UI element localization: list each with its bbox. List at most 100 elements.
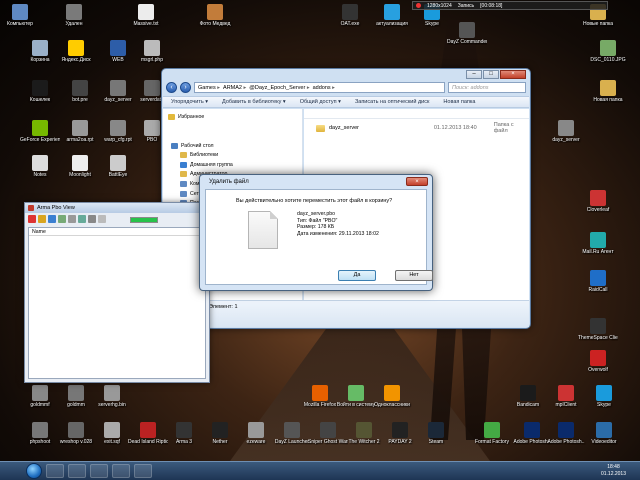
desktop-icon[interactable]: Корзина	[20, 40, 60, 63]
app-icon	[104, 385, 120, 401]
address-bar[interactable]: GamesARMA2@Dayz_Epoch_Server addons	[194, 82, 445, 93]
toolbar-button[interactable]: Новая папка	[443, 99, 475, 105]
file-type: Папка с файл	[493, 122, 514, 134]
desktop-icon[interactable]: OAT.exe	[330, 4, 370, 27]
open-folder-icon[interactable]	[38, 215, 46, 223]
desktop-icon[interactable]: ThemeSpace Client	[578, 318, 618, 341]
taskbar-app-skype[interactable]	[112, 464, 130, 478]
desktop-icon[interactable]: bot.pre	[60, 80, 100, 103]
desktop-icon[interactable]: Фото Медвед	[195, 4, 235, 27]
desktop-icon[interactable]: Dead Island Riptide	[128, 422, 168, 445]
desktop-icon[interactable]: DSC_0110.JPG	[588, 40, 628, 63]
desktop-icon[interactable]: Notes	[20, 155, 60, 178]
sidebar-item[interactable]: Библиотеки	[163, 150, 302, 160]
desktop-icon[interactable]: Bandicam	[508, 385, 548, 408]
app-icon	[32, 385, 48, 401]
desktop-icon[interactable]: wreshop v.028	[56, 422, 96, 445]
taskbar-app-media[interactable]	[68, 464, 86, 478]
yes-button[interactable]: Да	[338, 270, 376, 281]
desktop-icon[interactable]: goldmmf	[20, 385, 60, 408]
desktop-icon-label: Компьютер	[7, 21, 33, 27]
desktop-icon[interactable]: Одноклассники	[372, 385, 412, 408]
desktop-icon[interactable]: Mail.Ru Агент	[578, 232, 618, 255]
sidebar-item[interactable]: Домашняя группа	[163, 160, 302, 170]
extract-icon[interactable]	[58, 215, 66, 223]
toolbar-button[interactable]: Общий доступ ▾	[300, 99, 341, 105]
desktop-icon[interactable]: актуализация	[372, 4, 412, 27]
dialog-close-button[interactable]: ×	[406, 177, 428, 186]
desktop-icon[interactable]: The Witcher 2	[344, 422, 384, 445]
save-icon[interactable]	[48, 215, 56, 223]
taskbar-app-pbo[interactable]	[134, 464, 152, 478]
desktop-icon[interactable]: DayZ Commander	[447, 22, 487, 45]
desktop-icon[interactable]: GeForce Experience	[20, 120, 60, 143]
desktop-icon[interactable]: Cloverleaf	[578, 190, 618, 213]
desktop-icon[interactable]: Arma 3	[164, 422, 204, 445]
desktop-icon[interactable]: Skype	[584, 385, 624, 408]
desktop-icon[interactable]: BattlEye	[98, 155, 138, 178]
sidebar-item[interactable]: Избранное	[163, 112, 302, 122]
minimize-button[interactable]: –	[466, 70, 482, 79]
search-input[interactable]: Поиск: addons	[448, 82, 526, 93]
info-icon[interactable]	[88, 215, 96, 223]
desktop-icon[interactable]: Удален	[54, 4, 94, 27]
toolbar-button[interactable]: Упорядочить ▾	[171, 99, 208, 105]
desktop-icon[interactable]: Videoeditor	[584, 422, 624, 445]
desktop-icon[interactable]: PAYDAY 2	[380, 422, 420, 445]
maximize-button[interactable]: □	[483, 70, 499, 79]
desktop-icon[interactable]: Новая папка	[588, 80, 628, 103]
desktop-icon[interactable]: Mozilla Firefox	[300, 385, 340, 408]
desktop-icon[interactable]: goldmm	[56, 385, 96, 408]
desktop-icon[interactable]: arma2oa.rpt	[60, 120, 100, 143]
breadcrumb[interactable]: Games	[198, 85, 220, 91]
close-button[interactable]: ×	[500, 70, 526, 79]
desktop-icon[interactable]: Adobe Photosh..	[546, 422, 586, 445]
desktop-icon[interactable]: Massive.txt	[126, 4, 166, 27]
desktop-icon[interactable]: ezeware	[236, 422, 276, 445]
desktop-icon[interactable]: Steam	[416, 422, 456, 445]
desktop-icon[interactable]: RaidCall	[578, 270, 618, 293]
desktop-icon[interactable]: Nether	[200, 422, 240, 445]
col-name[interactable]: Name	[29, 228, 205, 236]
clock[interactable]: 18:48 01.12.2013	[601, 464, 626, 478]
forward-arrow-icon[interactable]: ›	[180, 82, 191, 93]
no-button[interactable]: Нет	[395, 270, 433, 281]
desktop-icon[interactable]: phpshoot	[20, 422, 60, 445]
desktop-icon[interactable]: dayz_server	[546, 120, 586, 143]
desktop-icon[interactable]: Компьютер	[0, 4, 40, 27]
breadcrumb[interactable]: ARMA2	[223, 85, 246, 91]
desktop-icon[interactable]: Format Factory	[472, 422, 512, 445]
app-icon	[524, 422, 540, 438]
desktop-icon[interactable]: Overwolf	[578, 350, 618, 373]
recording-bar[interactable]: 1280x1024 Запись [00:08:18]	[412, 1, 608, 10]
refresh-icon[interactable]	[78, 215, 86, 223]
desktop-icon[interactable]: msgrl.php	[132, 40, 172, 63]
desktop-icon[interactable]: serverhg.bin	[92, 385, 132, 408]
desktop-icon[interactable]: Moonlight	[60, 155, 100, 178]
taskbar-app-explorer[interactable]	[46, 464, 64, 478]
desktop-icon[interactable]: mpIClient	[546, 385, 586, 408]
desktop-icon[interactable]: exit.sqf	[92, 422, 132, 445]
toolbar-button[interactable]: Записать на оптический диск	[355, 99, 429, 105]
view-icon[interactable]	[98, 215, 106, 223]
desktop-icon[interactable]: Кошелек	[20, 80, 60, 103]
toolbar-button[interactable]: Добавить в библиотеку ▾	[222, 99, 286, 105]
pbo-file-list[interactable]: Name	[28, 227, 206, 379]
desktop-icon[interactable]: DayZ Launcher	[272, 422, 312, 445]
desktop-icon[interactable]: Войти в систему	[336, 385, 376, 408]
desktop-icon[interactable]: Sniper Ghost Warrior 2	[308, 422, 348, 445]
sidebar-item[interactable]: Рабочий стол	[163, 141, 302, 151]
desktop-icon-label: Steam	[428, 439, 444, 445]
close-file-icon[interactable]	[28, 215, 36, 223]
breadcrumb[interactable]: addons	[313, 85, 335, 91]
list-item[interactable]: dayz_server 01.12.2013 18:40 Папка с фай…	[304, 122, 529, 134]
sidebar-item[interactable]	[163, 122, 302, 132]
start-button[interactable]	[26, 463, 42, 479]
settings-icon[interactable]	[68, 215, 76, 223]
desktop-icon[interactable]: Яндекс.Диск	[56, 40, 96, 63]
desktop-icon-label: Удален	[65, 21, 83, 27]
taskbar-app-firefox[interactable]	[90, 464, 108, 478]
breadcrumb[interactable]: @Dayz_Epoch_Server	[249, 85, 309, 91]
back-arrow-icon[interactable]: ‹	[166, 82, 177, 93]
sidebar-item[interactable]	[163, 131, 302, 141]
